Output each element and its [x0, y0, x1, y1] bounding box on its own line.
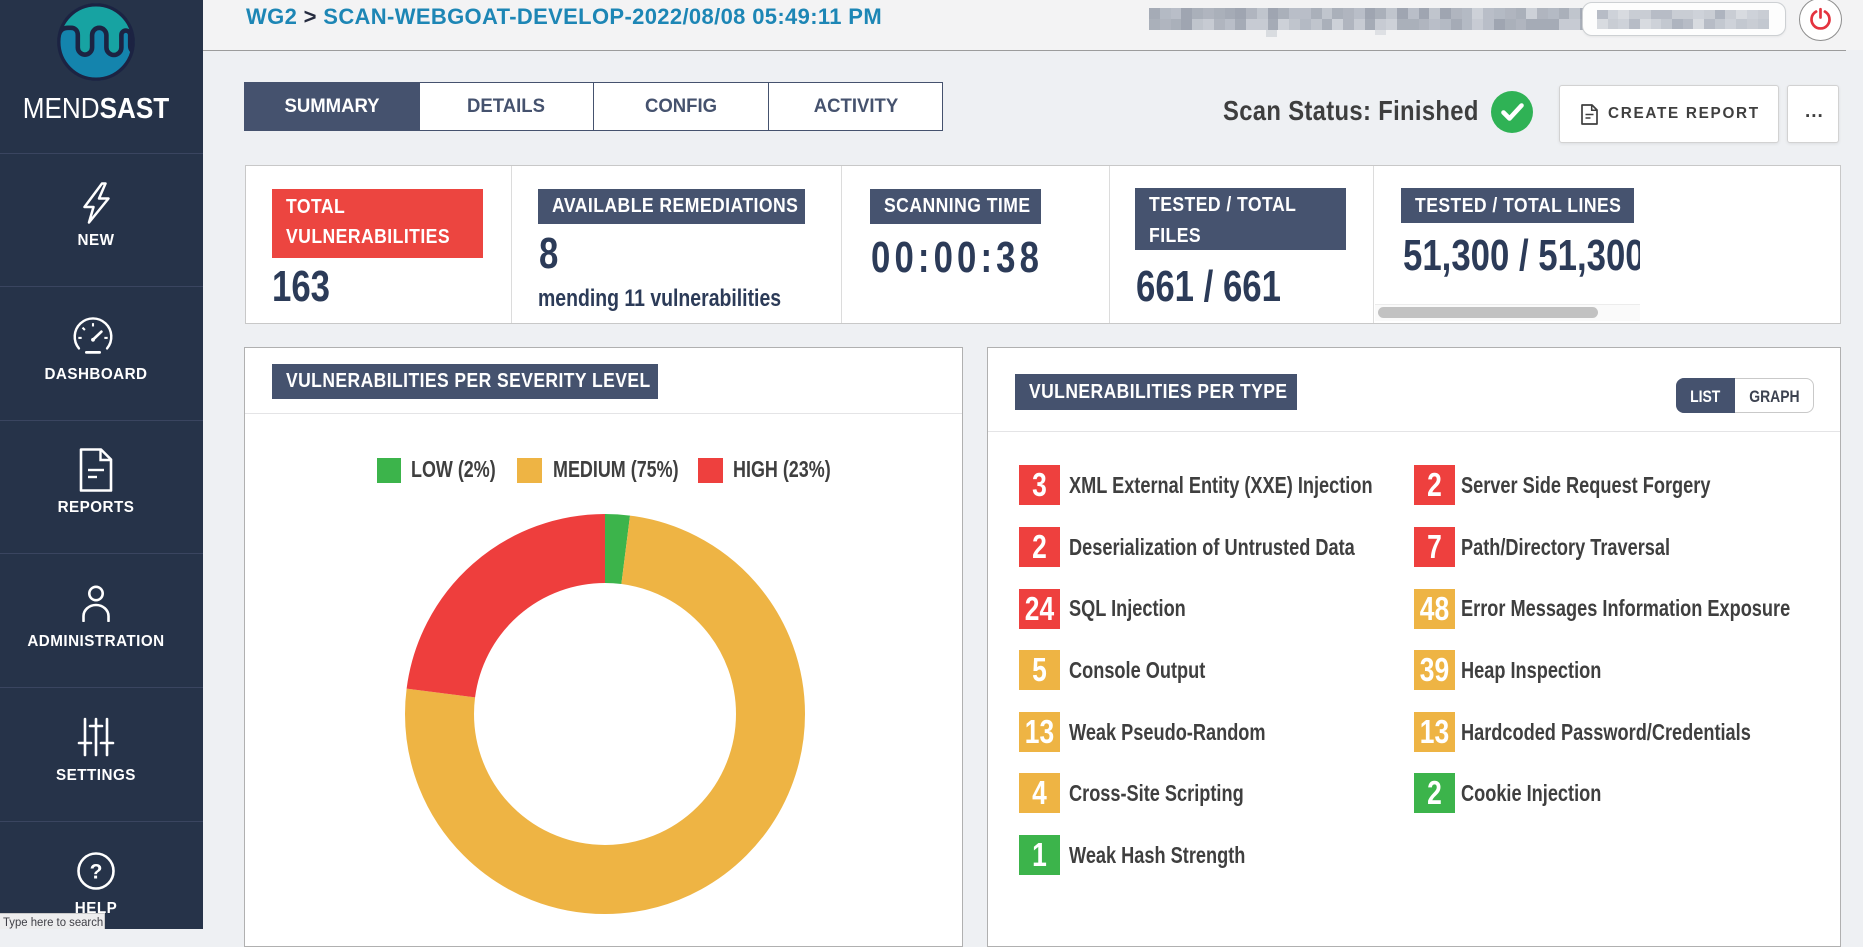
svg-text:?: ? — [89, 860, 102, 883]
